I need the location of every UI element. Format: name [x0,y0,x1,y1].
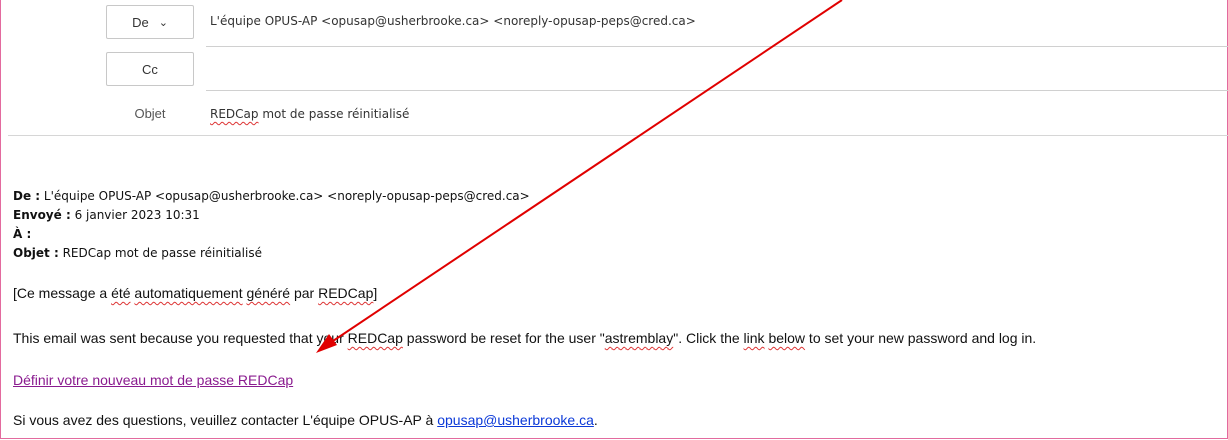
quoted-from-label: De : [13,189,41,203]
text-span: password be reset for the user " [402,330,605,346]
misspelled-word: été [111,285,131,301]
quoted-subject-value: REDCap mot de passe réinitialisé [58,246,262,260]
header-separator [8,135,1228,136]
text-span: ] [373,285,378,301]
from-field-underline [206,46,1228,47]
misspelled-word: généré [246,285,291,301]
from-button-label: De [132,14,149,30]
quoted-from-line: De : L'équipe OPUS-AP <opusap@usherbrook… [13,189,530,203]
quoted-to-label: À : [13,227,32,241]
quoted-from-value: L'équipe OPUS-AP <opusap@usherbrooke.ca>… [40,189,530,203]
subject-field[interactable]: REDCap mot de passe réinitialisé [210,107,409,121]
from-button[interactable]: De ⌄ [106,5,194,39]
chevron-down-icon: ⌄ [158,16,168,29]
misspelled-word: link [743,330,765,346]
reset-password-link[interactable]: Définir votre nouveau mot de passe REDCa… [13,372,293,388]
from-field[interactable]: L'équipe OPUS-AP <opusap@usherbrooke.ca>… [210,14,696,28]
misspelled-word: astremblay [604,330,674,346]
text-span: to set your new password and log in. [805,330,1037,346]
quoted-subject-line: Objet : REDCap mot de passe réinitialisé [13,246,262,260]
text-span: This email was sent because you requeste… [13,330,348,346]
quoted-sent-value: 6 janvier 2023 10:31 [70,208,200,222]
text-span: ". Click the [673,330,744,346]
quoted-subject-label: Objet : [13,246,59,260]
cc-button-label: Cc [142,61,158,77]
contact-line: Si vous avez des questions, veuillez con… [13,412,598,428]
contact-suffix: . [593,412,598,428]
quoted-sent-line: Envoyé : 6 janvier 2023 10:31 [13,208,200,222]
misspelled-word: below [768,330,806,346]
text-span: par [290,285,319,301]
subject-rest: mot de passe réinitialisé [258,107,410,121]
cc-field-underline [206,90,1228,91]
text-span: [Ce message a [13,285,112,301]
misspelled-word: REDCap [318,285,374,301]
subject-label: Objet [134,106,166,121]
cc-button[interactable]: Cc [106,52,194,86]
contact-text: Si vous avez des questions, veuillez con… [13,412,438,428]
quoted-sent-label: Envoyé : [13,208,71,222]
contact-email-link[interactable]: opusap@usherbrooke.ca [437,412,594,428]
subject-word-redcap: REDCap [210,107,259,121]
quoted-to-line: À : [13,227,31,241]
misspelled-word: REDCap [347,330,403,346]
misspelled-word: automatiquement [134,285,243,301]
reset-explanation: This email was sent because you requeste… [13,330,1036,346]
auto-generated-notice: [Ce message a été automatiquement généré… [13,285,377,301]
reset-link-line: Définir votre nouveau mot de passe REDCa… [13,372,293,388]
